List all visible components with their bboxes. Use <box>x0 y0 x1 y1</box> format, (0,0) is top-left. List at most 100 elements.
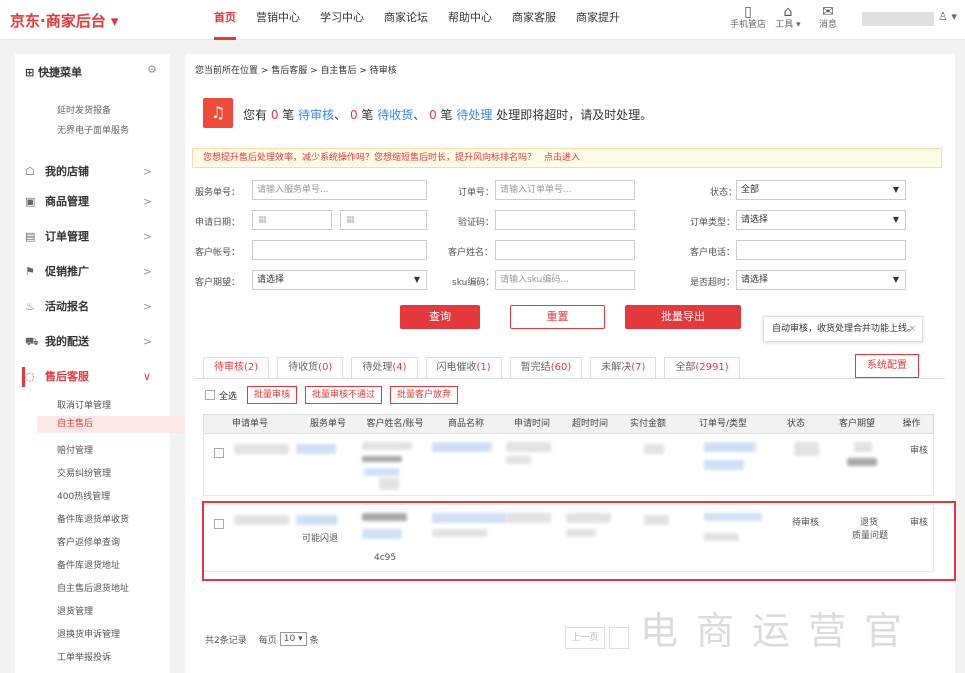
sidebar-item-aftersales[interactable]: ◌ 售后客服 ∨ <box>22 367 157 387</box>
col-status: 状态 <box>786 419 805 429</box>
sub-item-return-address[interactable]: 自主售后退货地址 <box>57 581 129 594</box>
sub-item-cancel-orders[interactable]: 取消订单管理 <box>57 398 111 411</box>
customer-name-label: 客户姓名： <box>448 248 494 258</box>
tab-pending-receipt[interactable]: 待收货(0) <box>277 357 344 379</box>
sub-item-appeals[interactable]: 退换货申诉管理 <box>57 627 120 640</box>
sub-item-spare-address[interactable]: 备件库退货地址 <box>57 558 120 571</box>
query-button[interactable]: 查询 <box>400 305 480 329</box>
jd-logo[interactable]: 京东·商家后台 ▾ <box>10 10 118 31</box>
sidebar-item-products[interactable]: ▣ 商品管理 > <box>25 192 160 212</box>
row-checkbox[interactable] <box>214 448 224 458</box>
nav-service[interactable]: 商家客服 <box>512 0 556 40</box>
top-tools: ▯ 手机管店 ⌂ 工具 ▾ ✉ 消息 <box>728 4 848 31</box>
tab-pending-review[interactable]: 待审核(2) <box>203 357 270 379</box>
quick-link-waybill[interactable]: 无界电子面单服务 <box>57 123 129 136</box>
sidebar-item-store[interactable]: ☖ 我的店铺 > <box>25 162 160 182</box>
sub-item-compensation[interactable]: 赔付管理 <box>57 443 93 456</box>
tab-all[interactable]: 全部(2991) <box>664 357 740 379</box>
sidebar-item-promotion[interactable]: ⚑ 促销推广 > <box>25 262 160 282</box>
customer-name-input[interactable] <box>495 240 635 260</box>
page-number[interactable] <box>609 627 629 649</box>
order-type-select[interactable]: 请选择 ▼ <box>736 210 906 230</box>
verify-code-input[interactable] <box>495 210 635 230</box>
nav-home[interactable]: 首页 <box>214 0 236 40</box>
customer-phone-label: 客户电话： <box>690 248 736 258</box>
redacted-apply-no <box>234 444 289 454</box>
redacted-product <box>432 442 492 452</box>
order-type-value: 请选择 <box>741 215 769 225</box>
username-redacted[interactable] <box>862 12 934 26</box>
batch-approve-button[interactable]: 批量审核 <box>247 386 298 404</box>
mobile-store-tool[interactable]: ▯ 手机管店 <box>728 4 768 31</box>
redacted-customer <box>379 478 399 490</box>
order-no-input[interactable]: 请输入订单单号... <box>495 180 635 200</box>
select-all-checkbox[interactable] <box>205 390 215 400</box>
chevron-right-icon: > <box>143 300 153 313</box>
sidebar-label: 售后客服 <box>45 370 89 383</box>
timeout-value: 请选择 <box>741 275 769 285</box>
pending-review-link[interactable]: 待审核 <box>298 108 334 122</box>
grid-icon: ⊞ <box>25 66 35 79</box>
quick-link-delay[interactable]: 延时发货报备 <box>57 103 111 116</box>
date-start-input[interactable]: ▦ <box>252 210 332 230</box>
nav-marketing[interactable]: 营销中心 <box>256 0 300 40</box>
table-header: 申请单号 服务单号 客户姓名/账号 商品名称 申请时间 超时时间 实付金额 订单… <box>203 414 934 434</box>
highlight-box <box>202 501 956 581</box>
sidebar-item-delivery[interactable]: ⛟ 我的配送 > <box>25 332 160 352</box>
alert-text: 、 <box>334 108 350 122</box>
review-link[interactable]: 审核 <box>910 443 928 456</box>
col-amount: 实付金额 <box>629 419 666 429</box>
tools-menu[interactable]: ⌂ 工具 ▾ <box>768 4 808 31</box>
sub-item-hotline[interactable]: 400热线管理 <box>57 489 110 502</box>
tab-flash-urge[interactable]: 闪电催收(1) <box>425 357 502 379</box>
tab-unresolved[interactable]: 未解决(7) <box>590 357 657 379</box>
tab-pending-process[interactable]: 待处理(4) <box>351 357 418 379</box>
col-apply-time: 申请时间 <box>513 419 550 429</box>
sku-input[interactable]: 请输入sku编码... <box>495 270 635 290</box>
sidebar: ⊞ 快捷菜单 ⚙ 延时发货报备 无界电子面单服务 ☖ 我的店铺 > ▣ 商品管理 > ▤… <box>15 54 185 673</box>
chevron-right-icon: > <box>143 335 153 348</box>
messages-tool[interactable]: ✉ 消息 <box>808 4 848 31</box>
status-select[interactable]: 全部 ▼ <box>736 180 906 200</box>
status-tabs: 待审核(2) 待收货(0) 待处理(4) 闪电催收(1) 暂完结(60) 未解决… <box>203 357 748 379</box>
sub-item-repair-query[interactable]: 客户返修单查询 <box>57 535 120 548</box>
reset-button[interactable]: 重置 <box>510 305 605 329</box>
customer-account-input[interactable] <box>252 240 427 260</box>
pending-process-link[interactable]: 待处理 <box>456 108 492 122</box>
nav-help[interactable]: 帮助中心 <box>448 0 492 40</box>
sub-item-complaints[interactable]: 工单举报投诉 <box>57 650 111 663</box>
dropdown-arrow-icon: ▼ <box>892 215 899 224</box>
user-icon[interactable]: ♙ ▾ <box>938 10 957 23</box>
close-icon[interactable]: × <box>908 317 916 341</box>
redacted-order <box>704 460 744 470</box>
sidebar-item-orders[interactable]: ▤ 订单管理 > <box>25 227 160 247</box>
tip-link[interactable]: 点击进入 <box>544 153 580 163</box>
sidebar-item-events[interactable]: ♨ 活动报名 > <box>25 297 160 317</box>
tab-temp-closed[interactable]: 暂完结(60) <box>509 357 583 379</box>
truck-icon: ⛟ <box>25 335 39 348</box>
prev-page-button[interactable]: 上一页 <box>565 627 605 649</box>
dropdown-arrow-icon: ▼ <box>413 275 420 284</box>
calendar-icon: ▦ <box>346 215 355 225</box>
nav-improve[interactable]: 商家提升 <box>576 0 620 40</box>
sub-item-self-aftersales[interactable]: 自主售后 <box>37 416 185 433</box>
nav-learning[interactable]: 学习中心 <box>320 0 364 40</box>
sub-item-returns[interactable]: 退货管理 <box>57 604 93 617</box>
batch-export-button[interactable]: 批量导出 <box>625 305 741 329</box>
customer-phone-input[interactable] <box>736 240 906 260</box>
customer-expect-select[interactable]: 请选择 ▼ <box>252 270 427 290</box>
batch-reject-button[interactable]: 批量审核不通过 <box>305 386 383 404</box>
quick-menu-title: ⊞ 快捷菜单 <box>25 64 82 80</box>
date-end-input[interactable]: ▦ <box>340 210 427 230</box>
pending-receipt-link[interactable]: 待收货 <box>377 108 413 122</box>
batch-abandon-button[interactable]: 批量客户放弃 <box>390 386 459 404</box>
sub-item-disputes[interactable]: 交易纠纷管理 <box>57 466 111 479</box>
sub-item-spare-receipt[interactable]: 备件库退货单收货 <box>57 512 129 525</box>
system-config-button[interactable]: 系统配置 <box>855 354 919 378</box>
service-no-input[interactable]: 请输入服务单号... <box>252 180 427 200</box>
nav-forum[interactable]: 商家论坛 <box>384 0 428 40</box>
gear-icon[interactable]: ⚙ <box>147 63 157 76</box>
timeout-select[interactable]: 请选择 ▼ <box>736 270 906 290</box>
redacted-customer <box>364 468 399 476</box>
per-page-select[interactable]: 10 ▾ <box>279 632 307 646</box>
